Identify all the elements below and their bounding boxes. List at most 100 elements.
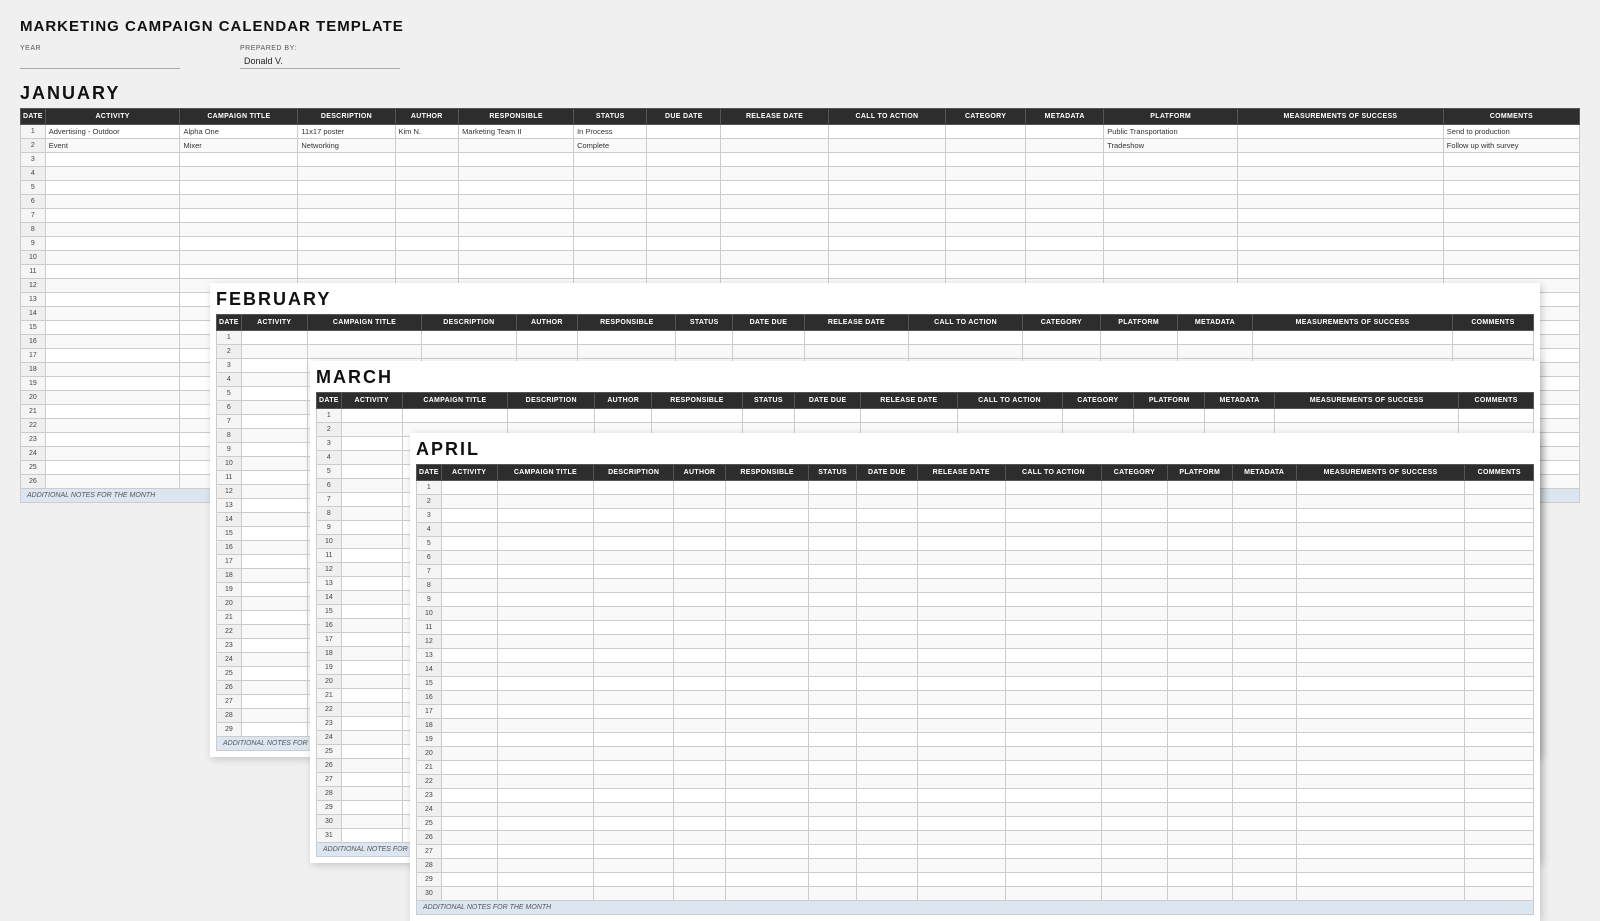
table-cell: [857, 537, 918, 551]
table-cell: [673, 831, 725, 845]
table-cell: [809, 775, 857, 789]
table-cell: [917, 817, 1005, 831]
table-cell: [647, 167, 721, 181]
col-header: DATE: [317, 393, 342, 409]
table-cell: [180, 181, 298, 195]
february-header-row: DATEACTIVITYCAMPAIGN TITLEDESCRIPTIONAUT…: [217, 315, 1534, 331]
table-cell: [1296, 593, 1465, 607]
table-cell: [1104, 153, 1238, 167]
table-cell: [241, 723, 307, 737]
row-num: 17: [21, 349, 46, 363]
table-cell: [441, 579, 497, 593]
table-cell: [1232, 887, 1296, 901]
notes-cell: ADDITIONAL NOTES FOR THE MONTH: [417, 901, 1534, 915]
prepared-input[interactable]: [240, 54, 400, 69]
table-cell: [1102, 565, 1168, 579]
col-header: AUTHOR: [673, 465, 725, 481]
table-cell: [307, 345, 422, 359]
table-cell: [857, 691, 918, 705]
table-cell: [917, 705, 1005, 719]
table-cell: [1102, 803, 1168, 817]
table-cell: [241, 583, 307, 597]
table-cell: [917, 831, 1005, 845]
table-cell: [1167, 579, 1232, 593]
table-cell: [1232, 789, 1296, 803]
row-num: 12: [417, 635, 442, 649]
col-header: CAMPAIGN TITLE: [180, 109, 298, 125]
row-num: 18: [21, 363, 46, 377]
table-cell: [1253, 331, 1453, 345]
table-cell: [1465, 775, 1534, 789]
table-cell: [1232, 831, 1296, 845]
table-cell: [733, 345, 805, 359]
table-cell: [673, 579, 725, 593]
table-cell: [341, 507, 402, 521]
table-cell: [341, 409, 402, 423]
row-num: 13: [417, 649, 442, 663]
table-cell: [647, 237, 721, 251]
col-header: RELEASE DATE: [804, 315, 908, 331]
table-cell: [45, 181, 180, 195]
col-header: CALL TO ACTION: [828, 109, 945, 125]
table-cell: [1465, 495, 1534, 509]
table-cell: [497, 691, 594, 705]
row-num: 26: [21, 475, 46, 489]
row-num: 15: [21, 321, 46, 335]
table-cell: [574, 195, 647, 209]
table-cell: [1238, 195, 1444, 209]
year-input[interactable]: [20, 54, 180, 69]
row-num: 5: [417, 537, 442, 551]
table-cell: [516, 331, 578, 345]
table-cell: [180, 237, 298, 251]
col-header: DUE DATE: [647, 109, 721, 125]
table-cell: [1005, 649, 1101, 663]
table-cell: [673, 775, 725, 789]
table-cell: [241, 331, 307, 345]
table-cell: [1232, 761, 1296, 775]
table-cell: [721, 153, 829, 167]
table-cell: [241, 471, 307, 485]
table-cell: [721, 251, 829, 265]
col-header: STATUS: [742, 393, 794, 409]
row-num: 20: [21, 391, 46, 405]
table-cell: [917, 775, 1005, 789]
table-cell: Networking: [298, 139, 395, 153]
table-cell: [574, 153, 647, 167]
table-cell: [1443, 237, 1579, 251]
table-cell: [241, 359, 307, 373]
table-cell: [1005, 495, 1101, 509]
table-row: 17: [417, 705, 1534, 719]
table-cell: [1167, 607, 1232, 621]
table-cell: [1102, 831, 1168, 845]
table-cell: [395, 265, 459, 279]
table-cell: [946, 153, 1026, 167]
table-cell: [497, 635, 594, 649]
table-cell: [578, 331, 676, 345]
table-cell: [1232, 677, 1296, 691]
table-cell: [1232, 481, 1296, 495]
table-cell: [497, 607, 594, 621]
table-cell: [298, 153, 395, 167]
row-num: 21: [217, 611, 242, 625]
table-cell: [441, 649, 497, 663]
january-title: JANUARY: [20, 83, 1580, 104]
table-row: 23: [417, 789, 1534, 803]
table-row: 5: [417, 537, 1534, 551]
table-cell: [673, 761, 725, 775]
table-cell: [441, 691, 497, 705]
table-cell: [1102, 677, 1168, 691]
table-cell: [857, 621, 918, 635]
table-cell: [857, 551, 918, 565]
table-cell: [726, 649, 809, 663]
table-cell: [1167, 509, 1232, 523]
table-cell: [857, 845, 918, 859]
table-cell: [1102, 817, 1168, 831]
table-row: 5: [21, 181, 1580, 195]
table-cell: Mixer: [180, 139, 298, 153]
table-cell: [809, 565, 857, 579]
table-cell: [459, 153, 574, 167]
table-cell: [441, 551, 497, 565]
col-header: METADATA: [1232, 465, 1296, 481]
table-cell: [1296, 523, 1465, 537]
table-cell: [647, 223, 721, 237]
